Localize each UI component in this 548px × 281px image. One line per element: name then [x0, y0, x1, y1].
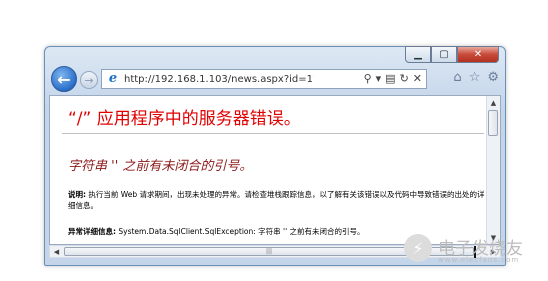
vertical-scroll-thumb[interactable]: [488, 110, 498, 136]
caption-buttons: ▁ ▢ ✕: [405, 46, 499, 64]
back-button[interactable]: ←: [51, 66, 77, 92]
refresh-icon[interactable]: ↻: [400, 72, 409, 85]
close-window-button[interactable]: ✕: [457, 46, 499, 63]
maximize-icon: ▢: [439, 49, 449, 60]
description-label: 说明:: [68, 190, 86, 199]
address-bar[interactable]: e http://192.168.1.103/news.aspx?id=1' ⚲…: [101, 69, 427, 89]
error-subtitle: 字符串 '' 之前有未闭合的引号。: [68, 159, 253, 174]
stop-icon[interactable]: ✕: [413, 72, 422, 85]
error-title: “/” 应用程序中的服务器错误。: [68, 109, 301, 129]
description-text: 执行当前 Web 请求期间，出现未处理的异常。请检查堆栈跟踪信息，以了解有关该错…: [68, 190, 485, 210]
exception-text: System.Data.SqlClient.SqlException: 字符串 …: [116, 227, 365, 236]
minimize-icon: ▁: [414, 49, 422, 60]
dropdown-icon[interactable]: ▾: [376, 72, 382, 85]
address-url[interactable]: http://192.168.1.103/news.aspx?id=1': [124, 74, 314, 85]
ie-logo-icon: e: [108, 71, 118, 86]
watermark-logo-icon: ⚡: [404, 234, 432, 262]
navigation-bar: ← → e http://192.168.1.103/news.aspx?id=…: [49, 66, 501, 92]
vertical-scrollbar[interactable]: ▲ ▼: [486, 96, 500, 244]
arrow-right-icon: →: [84, 73, 94, 87]
title-divider: [62, 133, 484, 134]
compatibility-view-icon[interactable]: ▤: [385, 72, 395, 85]
star-icon[interactable]: ☆: [469, 70, 481, 85]
exception-label: 异常详细信息:: [68, 227, 116, 236]
search-icon[interactable]: ⚲: [364, 72, 372, 85]
gear-icon[interactable]: ⚙: [487, 70, 499, 85]
arrow-left-icon: ←: [57, 69, 71, 89]
close-icon: ✕: [473, 49, 483, 60]
minimize-button[interactable]: ▁: [405, 46, 431, 63]
maximize-button[interactable]: ▢: [431, 46, 457, 63]
description-paragraph: 说明: 执行当前 Web 请求期间，出现未处理的异常。请检查堆栈跟踪信息，以了解…: [68, 189, 488, 211]
forward-button[interactable]: →: [80, 71, 98, 89]
watermark-logo: ⚡ 电子发烧友 www.elecfans.com: [404, 232, 538, 272]
browser-toolbar-icons: ⌂ ☆ ⚙: [453, 70, 499, 85]
home-icon[interactable]: ⌂: [453, 70, 461, 85]
address-tools: ⚲ ▾ ▤ ↻ ✕: [364, 72, 422, 85]
scroll-left-icon[interactable]: ◀: [50, 246, 63, 257]
scroll-up-icon[interactable]: ▲: [487, 96, 500, 109]
page-content: “/” 应用程序中的服务器错误。 字符串 '' 之前有未闭合的引号。 说明: 执…: [49, 95, 501, 245]
watermark-url: www.elecfans.com: [438, 256, 520, 264]
